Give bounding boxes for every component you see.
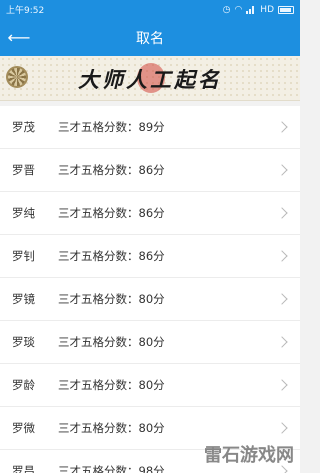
back-arrow-icon: ⟵	[7, 27, 31, 47]
list-item[interactable]: 罗钊 三才五格分数：86分	[0, 235, 300, 278]
score-text: 三才五格分数：86分	[58, 249, 165, 263]
score-text: 三才五格分数：80分	[58, 292, 165, 306]
wifi-icon: ◠	[234, 4, 243, 15]
score-text: 三才五格分数：86分	[58, 163, 165, 177]
chevron-right-icon	[276, 379, 288, 391]
banner-text: 大师人工起名	[78, 67, 222, 92]
chevron-right-icon	[276, 293, 288, 305]
page-title: 取名	[136, 30, 164, 47]
chevron-right-icon	[276, 336, 288, 348]
signal-icon	[246, 5, 256, 14]
list-item[interactable]: 罗龄 三才五格分数：80分	[0, 364, 300, 407]
name-list: 罗茂 三才五格分数：89分 罗晋 三才五格分数：86分 罗纯 三才五格分数：86…	[0, 106, 300, 473]
chevron-right-icon	[276, 250, 288, 262]
name-text: 罗晋	[12, 163, 35, 177]
score-text: 三才五格分数：80分	[58, 335, 165, 349]
name-text: 罗琰	[12, 335, 35, 349]
site-watermark: 雷石游戏网	[204, 445, 294, 466]
seal-icon	[6, 66, 28, 88]
chevron-right-icon	[276, 121, 288, 133]
list-item[interactable]: 罗琰 三才五格分数：80分	[0, 321, 300, 364]
score-text: 三才五格分数：86分	[58, 206, 165, 220]
name-text: 罗钊	[12, 249, 35, 263]
chevron-right-icon	[276, 422, 288, 434]
master-naming-banner[interactable]: 大师人工起名	[0, 56, 300, 101]
alarm-icon: ◷	[222, 4, 231, 15]
status-bar: 上午9:52 ◷ ◠ HD	[0, 0, 300, 19]
list-item[interactable]: 罗晋 三才五格分数：86分	[0, 149, 300, 192]
chevron-right-icon	[276, 164, 288, 176]
score-text: 三才五格分数：80分	[58, 421, 165, 435]
name-text: 罗微	[12, 421, 35, 435]
list-item[interactable]: 罗纯 三才五格分数：86分	[0, 192, 300, 235]
score-text: 三才五格分数：80分	[58, 378, 165, 392]
list-item[interactable]: 罗茂 三才五格分数：89分	[0, 106, 300, 149]
list-item[interactable]: 罗镜 三才五格分数：80分	[0, 278, 300, 321]
chevron-right-icon	[276, 207, 288, 219]
name-text: 罗昌	[12, 464, 35, 473]
status-icons: ◷ ◠ HD	[223, 5, 294, 15]
name-text: 罗纯	[12, 206, 35, 220]
back-button[interactable]: ⟵	[6, 25, 32, 49]
network-type: HD	[260, 4, 274, 15]
name-text: 罗茂	[12, 120, 35, 134]
name-text: 罗龄	[12, 378, 35, 392]
battery-icon	[278, 5, 294, 14]
name-text: 罗镜	[12, 292, 35, 306]
score-text: 三才五格分数：89分	[58, 120, 165, 134]
app-bar: ⟵ 取名	[0, 19, 300, 56]
status-time: 上午9:52	[6, 6, 45, 16]
